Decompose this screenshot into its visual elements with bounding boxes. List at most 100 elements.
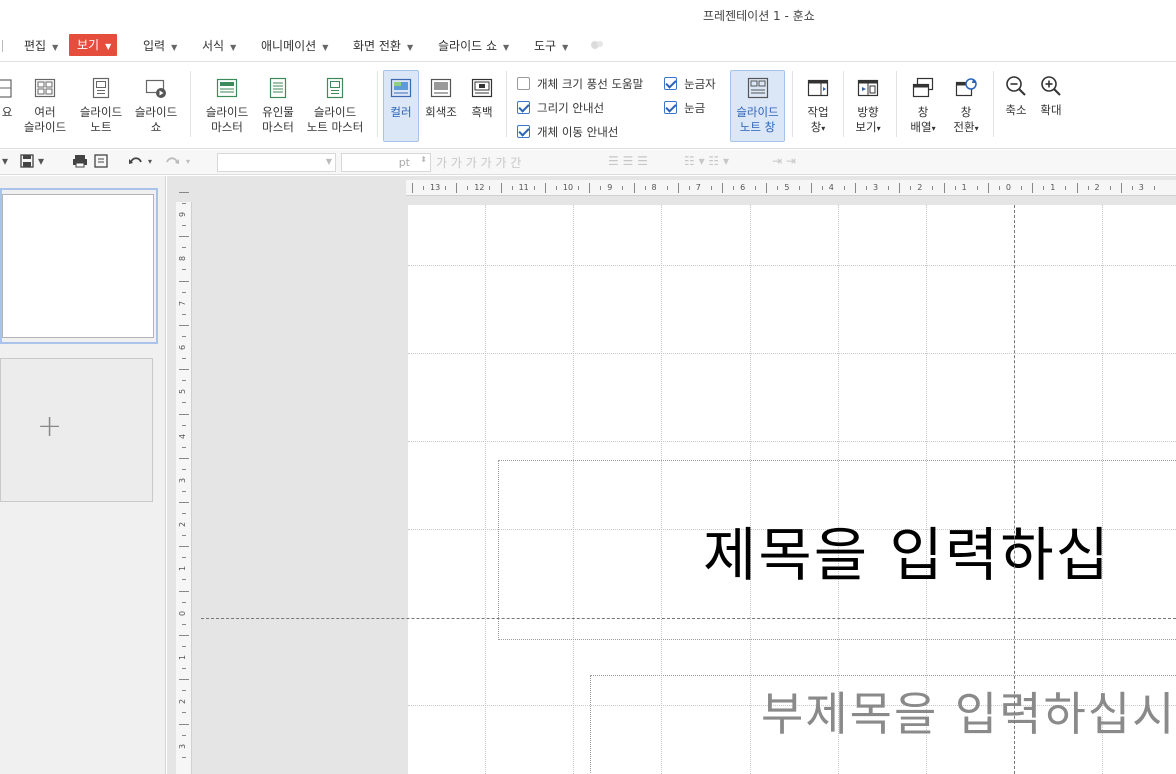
ruler-tick — [855, 183, 856, 193]
zoom-out-button[interactable]: 축소 — [1002, 75, 1030, 118]
ruler-tick — [179, 369, 189, 371]
title-placeholder-text[interactable]: 제목을 입력하십 — [703, 508, 1111, 592]
note-window-label-2: 노트 창 — [739, 120, 776, 134]
menu-transition[interactable]: 화면 전환 ▼ — [353, 37, 413, 54]
grid-label: 눈금 — [684, 101, 706, 115]
font-size-combo[interactable]: pt ⬍ — [341, 153, 431, 172]
chevron-down-icon[interactable]: ▾ — [2, 154, 8, 168]
menu-tools-label: 도구 — [534, 39, 557, 53]
zoom-out-icon — [1005, 75, 1027, 99]
slide-canvas[interactable]: 제목을 입력하십 부제목을 입력하십시 — [408, 205, 1176, 774]
move-guide-checkbox[interactable]: 개체 이동 안내선 — [517, 124, 618, 140]
menu-view[interactable]: 보기 ▼ — [69, 34, 118, 56]
chevron-down-icon: ▾ — [974, 124, 979, 133]
multi-slide-button[interactable]: 여러 슬라이드 — [22, 77, 68, 135]
balloon-help-checkbox[interactable]: 개체 크기 풍선 도움말 — [517, 76, 643, 92]
menu-edit[interactable]: 편집 ▼ — [24, 37, 58, 54]
task-pane-label-1: 작업 — [807, 105, 829, 119]
subtitle-placeholder[interactable]: 부제목을 입력하십시 — [590, 675, 1176, 774]
ruler-tick — [182, 756, 186, 758]
horizontal-guide-line[interactable] — [201, 618, 1176, 619]
ruler-tick — [755, 186, 757, 190]
subtitle-placeholder-text[interactable]: 부제목을 입력하십시 — [761, 678, 1176, 744]
chevron-down-icon: ▼ — [503, 43, 510, 52]
color-view-button[interactable]: 컬러 — [383, 70, 419, 142]
menu-slideshow[interactable]: 슬라이드 쇼 ▼ — [438, 37, 509, 54]
slide-master-button[interactable]: 슬라이드 마스터 — [202, 77, 252, 135]
menu-insert[interactable]: 입력 ▼ — [143, 37, 177, 54]
slide-note-button[interactable]: 슬라이드 노트 — [77, 77, 125, 135]
ribbon-separator — [792, 71, 793, 137]
ruler-tick — [866, 186, 867, 190]
title-placeholder[interactable]: 제목을 입력하십 — [498, 460, 1176, 640]
ruler-tick — [1120, 183, 1122, 193]
handout-master-icon — [267, 77, 289, 101]
overview-button[interactable]: 요 — [0, 77, 14, 120]
switch-window-icon — [955, 77, 977, 101]
task-pane-label-2: 창 — [810, 120, 822, 134]
grid-checkbox[interactable]: 눈금 — [664, 100, 705, 116]
save-icon[interactable] — [20, 154, 34, 171]
print-preview-icon[interactable] — [94, 154, 108, 171]
grayscale-view-button[interactable]: 회색조 — [422, 77, 460, 120]
bw-view-button[interactable]: 흑백 — [464, 77, 500, 120]
slide-thumbnail-1[interactable] — [2, 194, 154, 338]
checkbox-checked-icon — [517, 101, 530, 114]
slide-master-label-2: 마스터 — [211, 120, 243, 134]
ruler-tick — [622, 186, 624, 190]
ruler-tick — [456, 183, 458, 193]
menu-tools[interactable]: 도구 ▼ — [534, 37, 568, 54]
add-slide-button[interactable]: + — [0, 358, 153, 502]
arrange-windows-button[interactable]: 창 배열▾ — [903, 77, 943, 136]
undo-icon[interactable] — [128, 154, 144, 171]
ruler-label: 6 — [740, 183, 746, 192]
slide-show-button[interactable]: 슬라이드 쇼 — [132, 77, 180, 135]
handout-master-button[interactable]: 유인물 마스터 — [256, 77, 300, 135]
grid-line-horizontal — [408, 265, 1176, 266]
menu-view-label: 보기 — [77, 38, 100, 52]
zoom-in-button[interactable]: 확대 — [1037, 75, 1065, 118]
ruler-tick — [710, 186, 712, 190]
task-pane-button[interactable]: 작업 창▾ — [798, 77, 838, 136]
ruler-tick — [182, 490, 186, 492]
chevron-down-icon[interactable]: ▾ — [148, 157, 152, 166]
plus-icon: + — [37, 409, 63, 444]
color-view-label: 컬러 — [390, 105, 412, 119]
horizontal-ruler[interactable]: 13 12 11 10 9 8 7 6 5 4 3 2 1 0 1 2 3 — [406, 180, 1176, 196]
ruler-tick — [1032, 183, 1034, 193]
redo-icon — [164, 154, 180, 171]
font-name-combo[interactable]: ▼ — [217, 153, 336, 172]
menu-insert-label: 입력 — [143, 39, 166, 53]
zoom-out-label: 축소 — [1005, 103, 1027, 117]
extension-icon[interactable] — [590, 39, 604, 54]
slide-thumbnail-1-selected[interactable] — [0, 188, 158, 344]
note-master-button[interactable]: 슬라이드 노트 마스터 — [303, 77, 367, 135]
note-window-button[interactable]: 슬라이드 노트 창 — [730, 70, 785, 142]
checkbox-checked-icon — [517, 125, 530, 138]
slide-master-icon — [216, 77, 238, 101]
ruler-tick — [179, 546, 189, 548]
ruler-checkbox[interactable]: 눈금자 — [664, 76, 716, 92]
vertical-guide-line[interactable] — [1014, 205, 1015, 774]
ruler-label: 9 — [178, 211, 188, 218]
menu-transition-label: 화면 전환 — [353, 39, 401, 53]
draw-guide-checkbox[interactable]: 그리기 안내선 — [517, 100, 604, 116]
ruler-tick — [179, 635, 189, 636]
chevron-down-icon[interactable]: ▾ — [38, 154, 44, 168]
chevron-down-icon: ▼ — [105, 42, 112, 51]
ruler-tick — [182, 313, 186, 315]
menu-animation[interactable]: 애니메이션 ▼ — [261, 37, 328, 54]
direction-view-button[interactable]: 방향 보기▾ — [848, 77, 888, 136]
chevron-down-icon: ▾ — [931, 124, 936, 133]
chevron-down-icon: ▼ — [52, 43, 59, 52]
ruler-tick — [182, 734, 186, 736]
menu-format[interactable]: 서식 ▼ — [202, 37, 236, 54]
slide-master-label-1: 슬라이드 — [205, 105, 249, 119]
title-bar: 프레젠테이션 1 - 훈쇼 — [0, 0, 1176, 30]
grayscale-view-icon — [430, 77, 452, 101]
switch-window-button[interactable]: 창 전환▾ — [946, 77, 986, 136]
vertical-ruler[interactable]: 9 8 7 6 5 4 3 2 1 0 1 2 3 — [176, 192, 192, 774]
ruler-tick — [1020, 186, 1022, 190]
print-icon[interactable] — [72, 154, 88, 171]
ribbon-separator — [896, 71, 897, 137]
